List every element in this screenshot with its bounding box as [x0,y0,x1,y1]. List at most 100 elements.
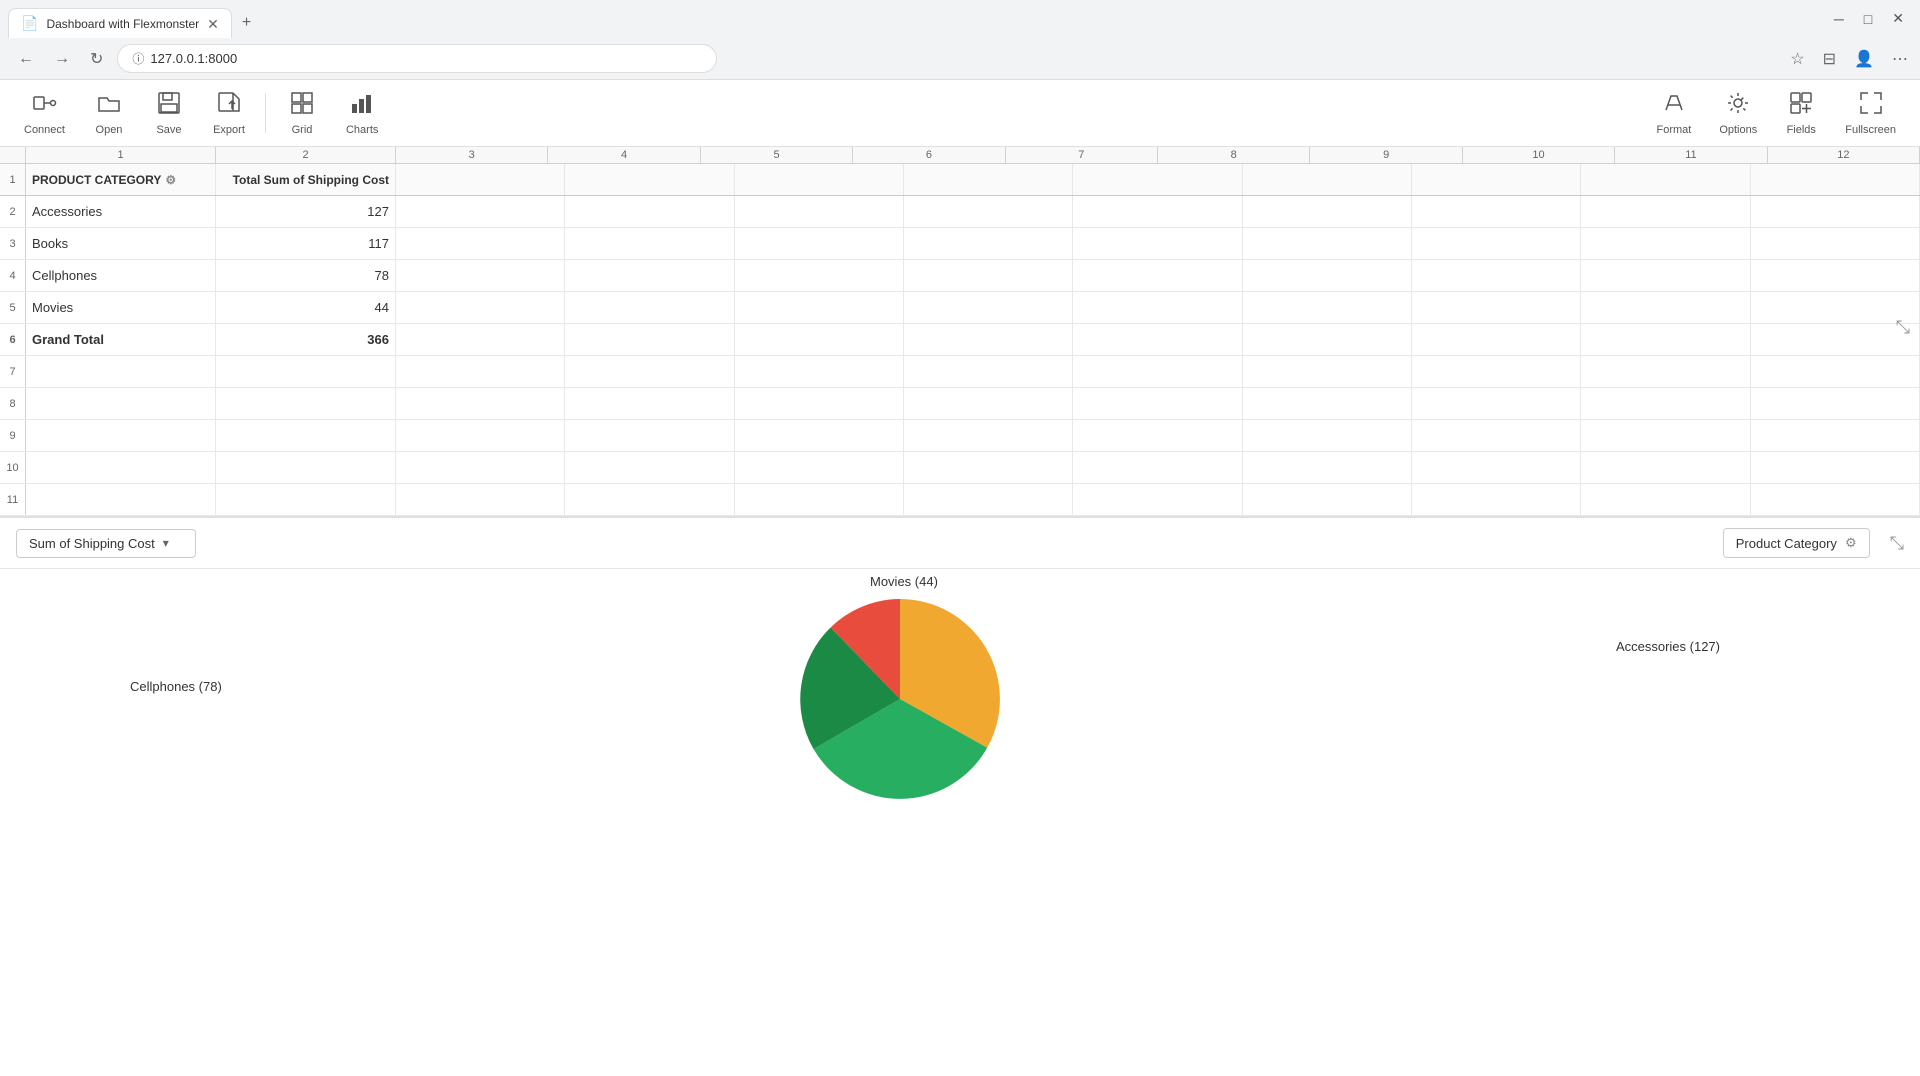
dimension-label: Product Category [1736,536,1837,551]
new-tab-btn[interactable]: + [232,8,261,38]
value-cell-books: 117 [216,228,396,259]
close-btn[interactable]: ✕ [1892,10,1904,27]
header-cell-4 [565,164,734,195]
row-num-4: 4 [0,260,26,291]
table-row[interactable]: 6 Grand Total 366 [0,324,1920,356]
fields-icon [1788,90,1814,122]
chart-canvas: Movies (44) Accessories (127) Cellphones… [0,569,1920,819]
export-label: Export [213,124,245,136]
maximize-btn[interactable]: □ [1864,11,1872,27]
dimension-btn[interactable]: Product Category ⚙ [1723,528,1870,558]
row-num-header [0,147,26,163]
category-cell-accessories: Accessories [26,196,216,227]
grid-label: Grid [292,124,313,136]
dimension-settings-icon[interactable]: ⚙ [1845,535,1857,551]
measure-label: Sum of Shipping Cost [29,536,155,551]
options-icon [1725,90,1751,122]
empty-row-10: 10 [0,452,1920,484]
chart-section: Sum of Shipping Cost ▾ Product Category … [0,516,1920,819]
header-cell-7 [1073,164,1242,195]
bookmark-star-btn[interactable]: ☆ [1790,49,1804,69]
grid-tool[interactable]: Grid [274,86,330,140]
menu-btn[interactable]: ⋯ [1892,49,1908,69]
secure-icon: ⓘ [132,50,144,67]
format-label: Format [1656,124,1691,136]
open-label: Open [96,124,123,136]
row-num-6: 6 [0,324,26,355]
col-header-2: 2 [216,147,396,163]
empty-row-11: 11 [0,484,1920,516]
measure-chevron-icon: ▾ [163,536,169,550]
format-tool[interactable]: Format [1644,86,1703,140]
format-icon [1661,90,1687,122]
col-headers: 1 2 3 4 5 6 7 8 9 10 11 12 [0,147,1920,164]
save-tool[interactable]: Save [141,86,197,140]
profile-btn[interactable]: 👤 [1854,49,1874,69]
row-num-5: 5 [0,292,26,323]
tab-title: Dashboard with Flexmonster [46,17,199,31]
export-tool[interactable]: Export [201,86,257,140]
options-tool[interactable]: Options [1707,86,1769,140]
corner-arrow-btn[interactable]: ⤡ [1896,317,1910,338]
fields-tool[interactable]: Fields [1773,86,1829,140]
pie-label-cellphones: Cellphones (78) [130,679,222,694]
browser-tab[interactable]: 📄 Dashboard with Flexmonster ✕ [8,8,232,38]
header-cell-6 [904,164,1073,195]
tab-close-btn[interactable]: ✕ [207,17,219,31]
grid-wrapper: 1 2 3 4 5 6 7 8 9 10 11 12 ⤡ 1 PRODUCT C… [0,147,1920,516]
main-toolbar: Connect Open Save Export [0,80,1920,147]
pie-chart [750,589,1170,819]
category-settings-icon[interactable]: ⚙ [165,173,176,187]
forward-btn[interactable]: → [48,46,76,72]
options-label: Options [1719,124,1757,136]
connect-icon [31,90,57,122]
col-header-6: 6 [853,147,1005,163]
row-num-1: 1 [0,164,26,195]
tab-favicon: 📄 [21,15,38,32]
header-cell-5 [735,164,904,195]
col-header-11: 11 [1615,147,1767,163]
toolbar-divider-1 [265,93,266,133]
empty-row-9: 9 [0,420,1920,452]
grid-icon [289,90,315,122]
col-header-5: 5 [701,147,853,163]
minimize-btn[interactable]: ─ [1834,11,1844,27]
col-header-12: 12 [1768,147,1920,163]
row-num-2: 2 [0,196,26,227]
pie-label-accessories: Accessories (127) [1616,639,1720,654]
open-tool[interactable]: Open [81,86,137,140]
col-header-9: 9 [1310,147,1462,163]
fullscreen-tool[interactable]: Fullscreen [1833,86,1908,140]
reload-btn[interactable]: ↻ [84,45,109,73]
fullscreen-label: Fullscreen [1845,124,1896,136]
header-cell-11 [1751,164,1920,195]
open-icon [96,90,122,122]
table-row[interactable]: 2 Accessories 127 [0,196,1920,228]
header-cell-10 [1581,164,1750,195]
header-cell-3 [396,164,565,195]
connect-tool[interactable]: Connect [12,86,77,140]
fullscreen-icon [1858,90,1884,122]
url-text: 127.0.0.1:8000 [150,51,702,66]
header-cell-9 [1412,164,1581,195]
connect-label: Connect [24,124,65,136]
save-icon [156,90,182,122]
measure-dropdown[interactable]: Sum of Shipping Cost ▾ [16,529,196,558]
url-bar[interactable]: ⓘ 127.0.0.1:8000 [117,44,717,73]
table-row[interactable]: 5 Movies 44 [0,292,1920,324]
chart-controls: Sum of Shipping Cost ▾ Product Category … [0,518,1920,569]
col-header-3: 3 [396,147,548,163]
table-row[interactable]: 4 Cellphones 78 [0,260,1920,292]
header-cell-8 [1243,164,1412,195]
toolbar-right: Format Options Fields [1644,86,1908,140]
charts-label: Charts [346,124,378,136]
save-label: Save [156,124,181,136]
back-btn[interactable]: ← [12,46,40,72]
category-cell-grandtotal: Grand Total [26,324,216,355]
charts-icon [349,90,375,122]
chart-corner-arrow-btn[interactable]: ⤡ [1890,533,1904,554]
table-row[interactable]: 3 Books 117 [0,228,1920,260]
value-cell-movies: 44 [216,292,396,323]
charts-tool[interactable]: Charts [334,86,390,140]
reading-list-btn[interactable]: ⊟ [1823,49,1836,69]
